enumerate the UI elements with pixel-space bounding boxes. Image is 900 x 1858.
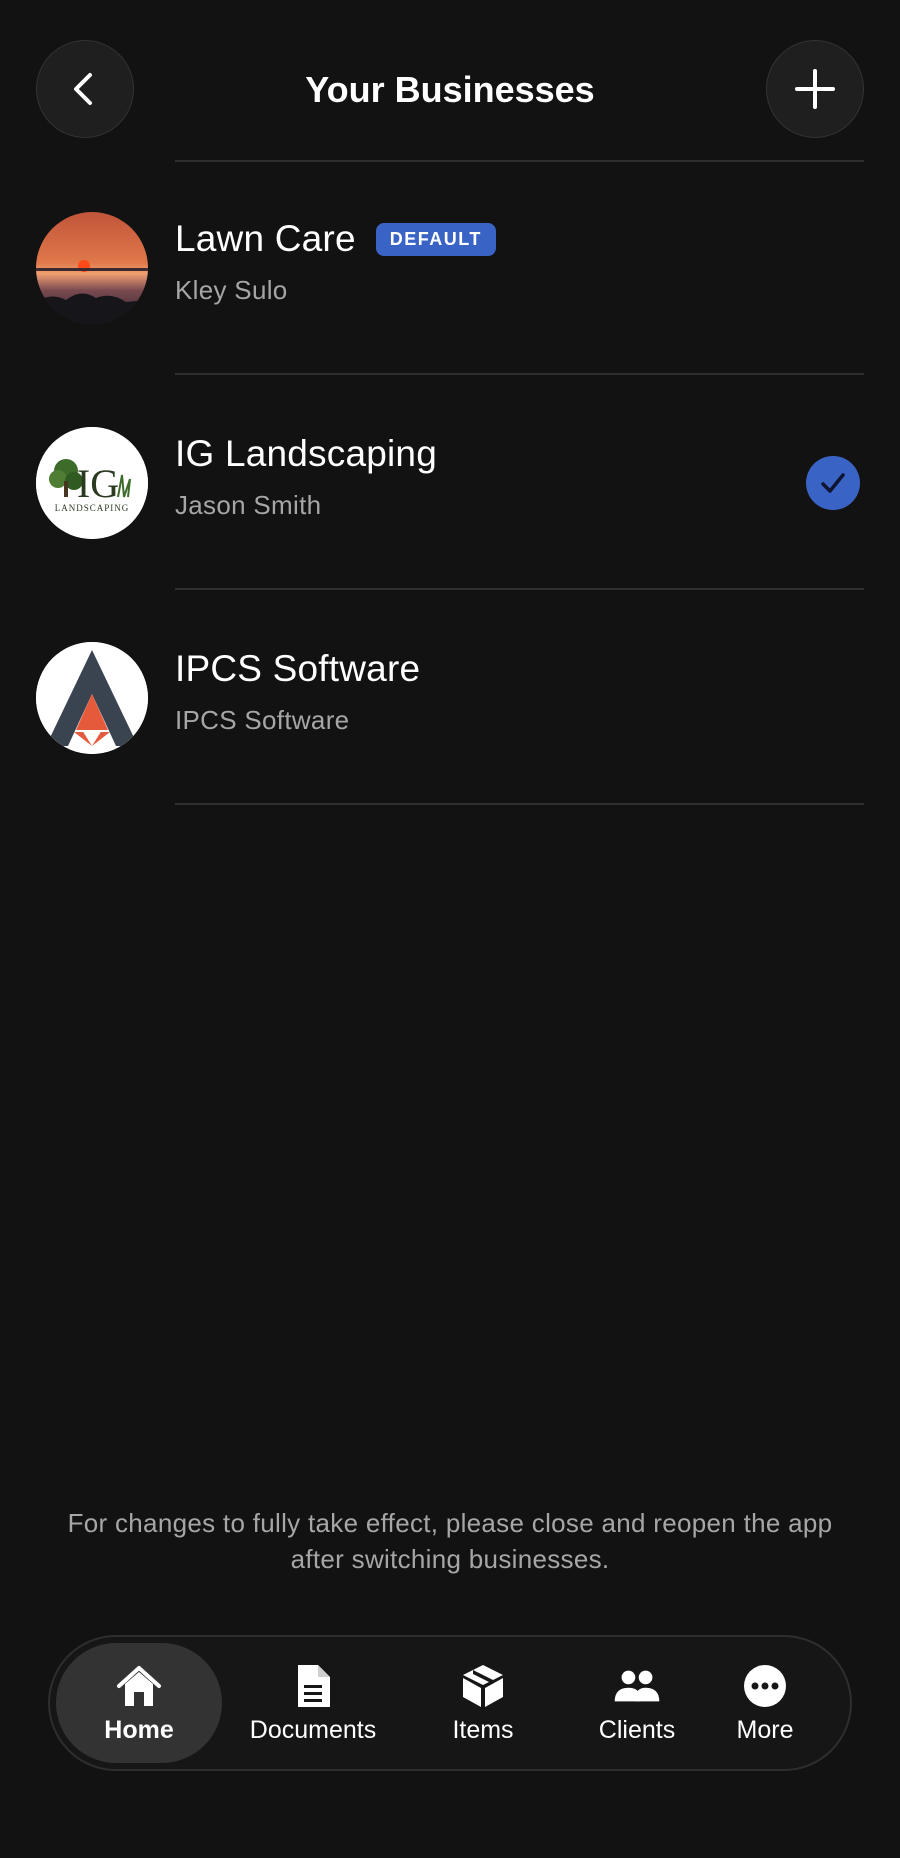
tab-label: Clients bbox=[598, 1715, 676, 1744]
svg-text:LANDSCAPING: LANDSCAPING bbox=[55, 503, 130, 513]
tab-label: Documents bbox=[249, 1715, 377, 1744]
ipcs-logo bbox=[36, 642, 148, 754]
page-title: Your Businesses bbox=[305, 69, 595, 110]
business-owner: IPCS Software bbox=[175, 705, 350, 735]
more-icon bbox=[741, 1662, 789, 1710]
divider bbox=[175, 803, 864, 805]
business-owner: Jason Smith bbox=[175, 490, 322, 520]
business-name: IPCS Software bbox=[175, 648, 421, 689]
divider bbox=[175, 588, 864, 590]
tab-label: Items bbox=[452, 1715, 514, 1744]
business-name: Lawn Care bbox=[175, 218, 356, 259]
add-business-button[interactable] bbox=[766, 40, 864, 138]
business-row-ipcs-software[interactable]: IPCS Software IPCS Software bbox=[0, 605, 900, 785]
bottom-tab-bar: Home Documents Items Clients More bbox=[48, 1635, 852, 1771]
tab-documents[interactable]: Documents bbox=[230, 1643, 396, 1763]
tab-home[interactable]: Home bbox=[56, 1643, 222, 1763]
svg-text:IG: IG bbox=[77, 461, 119, 506]
divider bbox=[175, 373, 864, 375]
plus-icon bbox=[795, 69, 835, 109]
ig-landscaping-logo: IG LANDSCAPING bbox=[36, 427, 148, 539]
business-row-ig-landscaping[interactable]: IG LANDSCAPING IG Landscaping Jason Smit… bbox=[0, 390, 900, 570]
restart-note: For changes to fully take effect, please… bbox=[67, 1508, 833, 1574]
business-name: IG Landscaping bbox=[175, 433, 437, 474]
tab-label: More bbox=[736, 1715, 794, 1744]
tab-items[interactable]: Items bbox=[400, 1643, 566, 1763]
business-row-lawn-care[interactable]: Lawn Care DEFAULT Kley Sulo bbox=[0, 175, 900, 355]
home-icon bbox=[115, 1662, 163, 1710]
document-icon bbox=[289, 1662, 337, 1710]
selected-check-icon bbox=[806, 456, 860, 510]
business-owner: Kley Sulo bbox=[175, 275, 288, 305]
people-icon bbox=[613, 1662, 661, 1710]
tab-more[interactable]: More bbox=[682, 1643, 848, 1763]
divider bbox=[175, 160, 864, 162]
default-badge: DEFAULT bbox=[375, 222, 496, 256]
box-icon bbox=[459, 1662, 507, 1710]
business-avatar-sunset bbox=[36, 212, 148, 324]
tab-label: Home bbox=[104, 1715, 174, 1744]
